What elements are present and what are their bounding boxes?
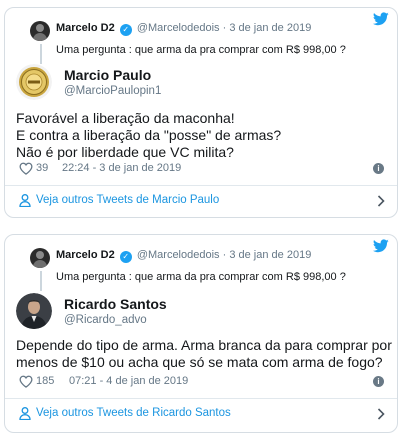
tweet-author[interactable]: Ricardo Santos @Ricardo_advo (16, 293, 386, 333)
person-icon (19, 407, 31, 420)
quoted-header: Marcelo D2 ✓ @Marcelodedois · 3 de jan d… (56, 248, 311, 263)
tweet-text-line: Depende do tipo de arma. Arma branca da … (16, 337, 392, 353)
quoted-tweet[interactable]: Marcelo D2 ✓ @Marcelodedois · 3 de jan d… (16, 17, 386, 65)
more-tweets-link[interactable]: Veja outros Tweets de Ricardo Santos (5, 399, 397, 429)
heart-icon[interactable] (19, 162, 33, 175)
tweet-text: Depende do tipo de arma. Arma branca da … (16, 337, 392, 371)
info-icon[interactable]: i (373, 376, 384, 387)
author-handle[interactable]: @Ricardo_advo (64, 314, 147, 326)
info-icon[interactable]: i (373, 163, 384, 174)
quoted-date[interactable]: 3 de jan de 2019 (229, 22, 311, 34)
author-name[interactable]: Marcio Paulo (64, 67, 151, 83)
quoted-author-handle[interactable]: @Marcelodedois (137, 22, 220, 34)
tweet-text-line: menos de $10 ou acha que só se mata com … (16, 354, 383, 370)
quoted-date[interactable]: 3 de jan de 2019 (229, 249, 311, 261)
quoted-text: Uma pergunta : que arma da pra comprar c… (56, 271, 346, 283)
tweet-meta: 39 22:24 - 3 de jan de 2019 i (16, 161, 388, 177)
tweet-meta: 185 07:21 - 4 de jan de 2019 i (16, 374, 388, 390)
separator-dot: · (222, 249, 227, 261)
like-count[interactable]: 39 (36, 162, 48, 174)
chevron-right-icon[interactable] (377, 195, 385, 207)
verified-badge-icon: ✓ (119, 251, 132, 263)
quoted-tweet[interactable]: Marcelo D2 ✓ @Marcelodedois · 3 de jan d… (16, 244, 386, 292)
author-name[interactable]: Ricardo Santos (64, 296, 167, 312)
quoted-avatar[interactable] (30, 21, 50, 41)
twitter-bird-icon[interactable] (373, 12, 389, 26)
author-avatar[interactable] (16, 293, 52, 329)
twitter-bird-icon[interactable] (373, 239, 389, 253)
more-tweets-link[interactable]: Veja outros Tweets de Marcio Paulo (5, 186, 397, 216)
tweet-card[interactable]: Marcelo D2 ✓ @Marcelodedois · 3 de jan d… (4, 234, 398, 433)
quoted-header: Marcelo D2 ✓ @Marcelodedois · 3 de jan d… (56, 21, 311, 36)
author-avatar[interactable] (16, 64, 52, 100)
quoted-author-name[interactable]: Marcelo D2 (56, 249, 115, 261)
verified-badge-icon: ✓ (119, 24, 132, 36)
tweet-author[interactable]: Marcio Paulo @MarcioPaulopin1 (16, 64, 386, 104)
heart-icon[interactable] (19, 375, 33, 388)
tweet-text: Favorável a liberação da maconha! E cont… (16, 110, 388, 161)
tweet-timestamp[interactable]: 07:21 - 4 de jan de 2019 (69, 375, 188, 387)
thread-line (40, 271, 42, 291)
like-count[interactable]: 185 (36, 375, 54, 387)
quoted-author-handle[interactable]: @Marcelodedois (137, 249, 220, 261)
separator-dot: · (222, 22, 227, 34)
tweet-text-line: Favorável a liberação da maconha! (16, 110, 235, 126)
chevron-right-icon[interactable] (377, 408, 385, 420)
quoted-avatar[interactable] (30, 248, 50, 268)
tweet-timestamp[interactable]: 22:24 - 3 de jan de 2019 (62, 162, 181, 174)
tweet-card[interactable]: Marcelo D2 ✓ @Marcelodedois · 3 de jan d… (4, 7, 398, 218)
tweet-text-line: Não é por liberdade que VC milita? (16, 144, 234, 160)
tweet-text-line: E contra a liberação da "posse" de armas… (16, 127, 282, 143)
more-tweets-label[interactable]: Veja outros Tweets de Ricardo Santos (36, 407, 231, 419)
quoted-text: Uma pergunta : que arma da pra comprar c… (56, 44, 346, 56)
more-tweets-label[interactable]: Veja outros Tweets de Marcio Paulo (36, 194, 219, 206)
author-handle[interactable]: @MarcioPaulopin1 (64, 85, 161, 97)
person-icon (19, 194, 31, 207)
quoted-author-name[interactable]: Marcelo D2 (56, 22, 115, 34)
thread-line (40, 44, 42, 64)
